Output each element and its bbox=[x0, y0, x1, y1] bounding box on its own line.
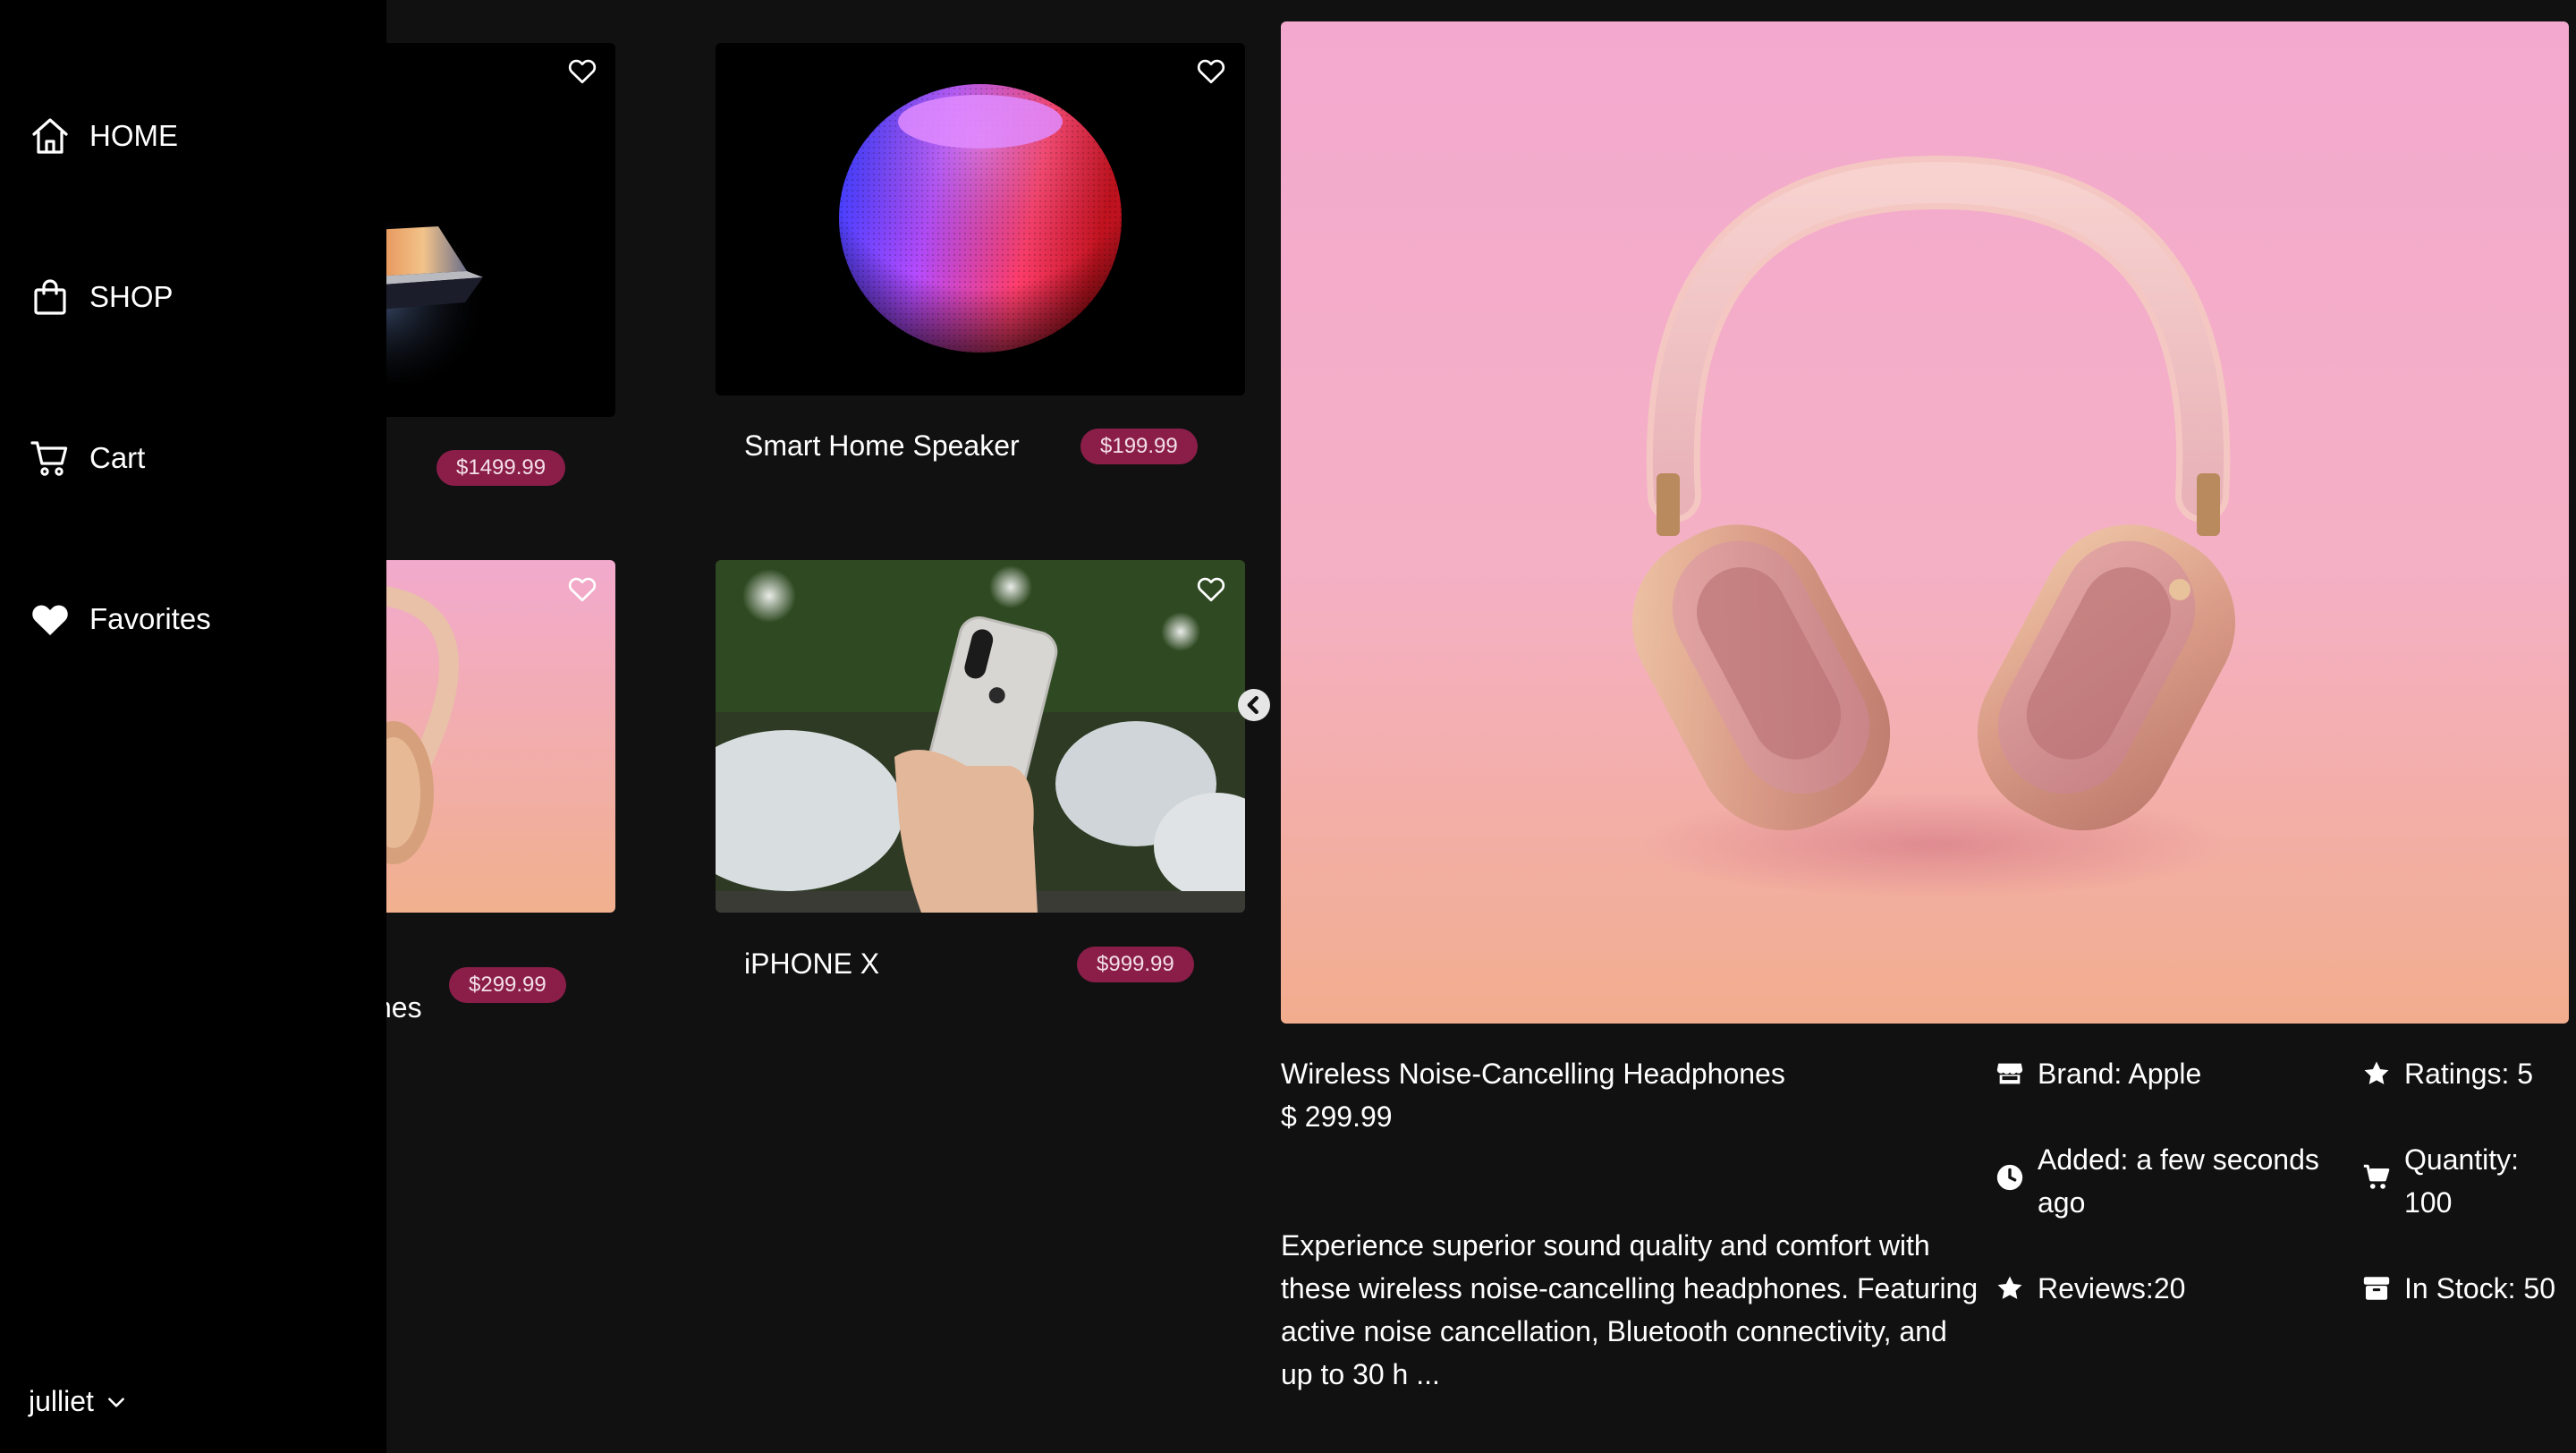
sidebar-item-label: HOME bbox=[89, 119, 178, 152]
iphone-image[interactable] bbox=[716, 560, 1245, 913]
username: julliet bbox=[29, 1385, 94, 1417]
favorite-heart-icon[interactable] bbox=[1195, 573, 1227, 605]
added-label: Added: a few seconds ago bbox=[2038, 1138, 2319, 1224]
product-title: Wireless Noise-Cancelling Headphones bbox=[1281, 1058, 1785, 1090]
headphones-image[interactable] bbox=[358, 560, 615, 913]
sidebar-item-label: SHOP bbox=[89, 280, 174, 313]
ratings-label: Ratings: 5 bbox=[2404, 1058, 2534, 1090]
chevron-left-icon[interactable] bbox=[1238, 689, 1270, 721]
star-icon bbox=[2364, 1061, 2389, 1084]
smart-speaker-image[interactable] bbox=[716, 43, 1245, 395]
user-menu[interactable]: julliet bbox=[29, 1385, 128, 1418]
added-line-2: ago bbox=[2038, 1186, 2086, 1219]
sidebar-item-cart[interactable]: Cart bbox=[29, 437, 145, 480]
product-name[interactable]: Smart Home Speaker bbox=[744, 429, 1020, 463]
reviews-label: Reviews:20 bbox=[2038, 1272, 2186, 1304]
description-line: these wireless noise-cancelling headphon… bbox=[1281, 1272, 1979, 1304]
stock-label: In Stock: 50 bbox=[2404, 1272, 2555, 1304]
brand-label: Brand: Apple bbox=[2038, 1058, 2202, 1090]
heart-icon bbox=[32, 605, 68, 635]
description-line: Experience superior sound quality and co… bbox=[1281, 1229, 1930, 1262]
favorite-heart-icon[interactable] bbox=[1195, 55, 1227, 87]
added-line-1: Added: a few seconds bbox=[2038, 1143, 2319, 1176]
reviews-info: Reviews:20 bbox=[1995, 1267, 2185, 1310]
ratings-info: Ratings: 5 bbox=[2361, 1052, 2533, 1095]
sidebar-item-home[interactable]: HOME bbox=[29, 115, 178, 157]
cart-icon bbox=[30, 441, 68, 476]
sidebar: HOME SHOP Cart Favorites julliet bbox=[0, 0, 386, 1453]
product-price: $ 299.99 bbox=[1281, 1100, 1393, 1133]
home-icon bbox=[32, 118, 68, 154]
quantity-line-2: 100 bbox=[2404, 1186, 2453, 1219]
product-detail-image bbox=[1281, 21, 2569, 1024]
cart-icon bbox=[2363, 1164, 2390, 1189]
store-icon bbox=[1996, 1063, 2023, 1084]
quantity-label: Quantity: 100 bbox=[2404, 1138, 2519, 1224]
sidebar-item-label: Favorites bbox=[89, 602, 211, 635]
sidebar-item-favorites[interactable]: Favorites bbox=[29, 598, 211, 641]
box-icon bbox=[2363, 1277, 2390, 1300]
quantity-info: Quantity: 100 bbox=[2361, 1138, 2519, 1224]
product-name[interactable]: iPHONE X bbox=[744, 947, 879, 981]
chevron-down-icon bbox=[108, 1397, 124, 1407]
laptop-image[interactable] bbox=[358, 43, 615, 417]
favorite-heart-icon[interactable] bbox=[566, 55, 598, 87]
description-line: active noise cancellation, Bluetooth con… bbox=[1281, 1315, 1947, 1347]
shopping-bag-icon bbox=[34, 279, 66, 315]
favorite-heart-icon[interactable] bbox=[566, 573, 598, 605]
description-line: up to 30 h ... bbox=[1281, 1358, 1440, 1390]
quantity-line-1: Quantity: bbox=[2404, 1143, 2520, 1176]
star-icon bbox=[1997, 1276, 2022, 1299]
added-info: Added: a few seconds ago bbox=[1995, 1138, 2319, 1224]
clock-icon bbox=[1996, 1164, 2023, 1191]
product-price-badge: $299.99 bbox=[449, 967, 566, 1003]
stock-info: In Stock: 50 bbox=[2361, 1267, 2555, 1310]
product-price-badge: $199.99 bbox=[1080, 429, 1198, 464]
product-description: Experience superior sound quality and co… bbox=[1281, 1224, 1996, 1396]
product-price-badge: $1499.99 bbox=[436, 450, 566, 486]
app-root: $1499.99 Smart Home Speaker $199.99 nes … bbox=[0, 0, 2576, 1453]
sidebar-item-label: Cart bbox=[89, 441, 146, 474]
brand-info: Brand: Apple bbox=[1995, 1052, 2201, 1095]
sidebar-item-shop[interactable]: SHOP bbox=[29, 276, 174, 319]
product-price-badge: $999.99 bbox=[1077, 947, 1194, 982]
